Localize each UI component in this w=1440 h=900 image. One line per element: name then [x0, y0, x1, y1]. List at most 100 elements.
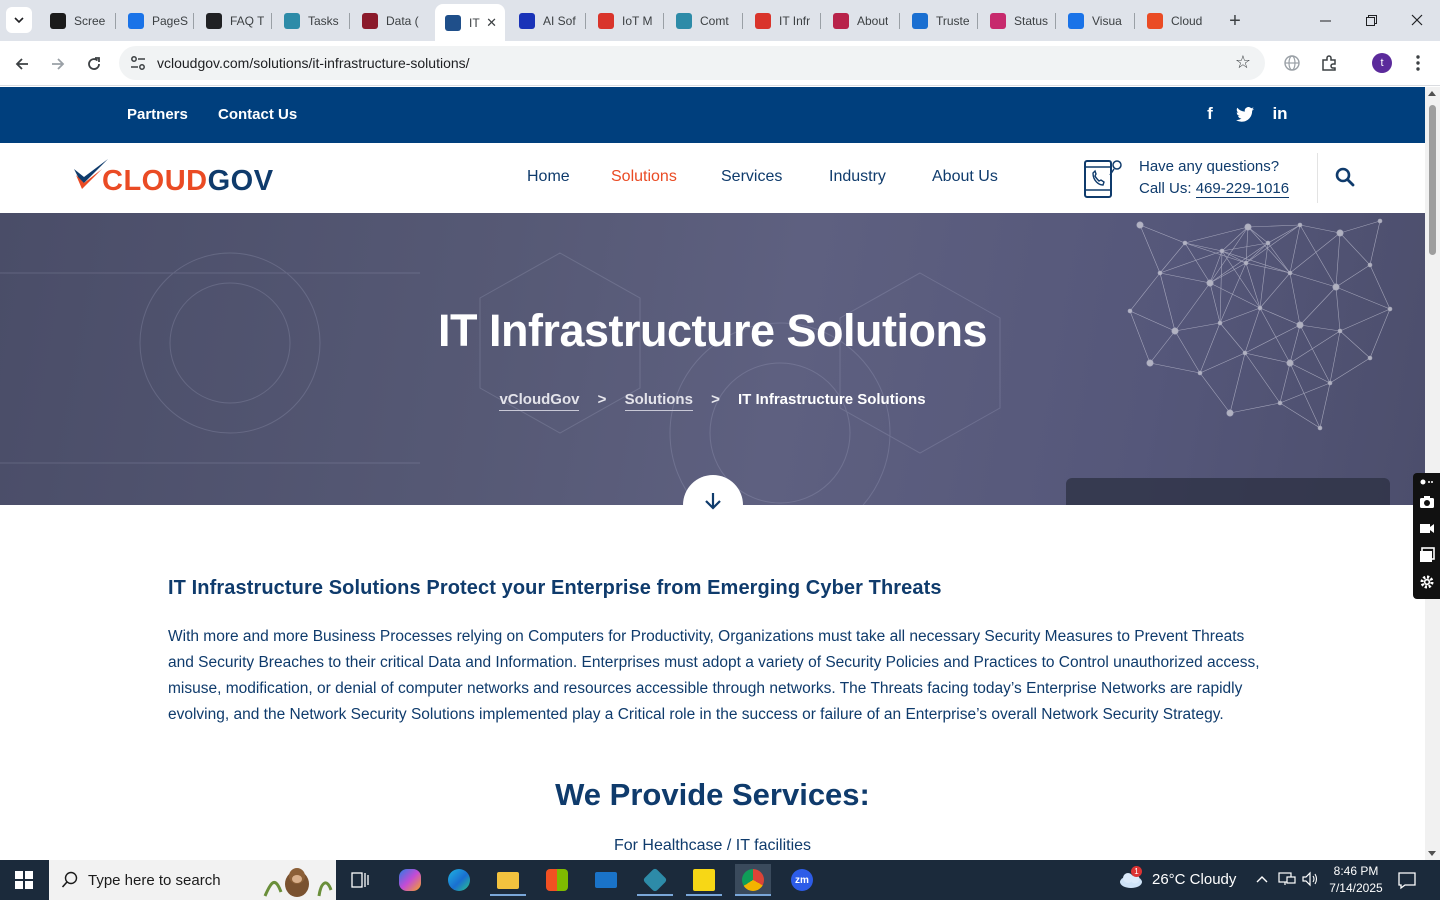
volume-tray-icon[interactable]: [1301, 871, 1319, 890]
profile-avatar[interactable]: t: [1372, 53, 1392, 73]
gear-icon[interactable]: [1419, 574, 1435, 590]
phone-number-link[interactable]: 469-229-1016: [1195, 180, 1290, 198]
copilot-app[interactable]: [392, 864, 428, 896]
dev-tool-app[interactable]: [637, 864, 673, 896]
network-node: [1286, 359, 1294, 367]
reload-icon: [88, 57, 100, 70]
twitter-icon[interactable]: [1235, 104, 1255, 124]
partners-link[interactable]: Partners: [127, 106, 188, 123]
start-button[interactable]: [0, 860, 48, 900]
url-text[interactable]: vcloudgov.com/solutions/it-infrastructur…: [157, 55, 470, 71]
notifications-button[interactable]: [1397, 870, 1417, 893]
tab-title: IT: [469, 15, 480, 30]
breadcrumb-home-link[interactable]: vCloudGov: [499, 391, 580, 411]
browser-tab[interactable]: AI Sof: [509, 6, 582, 35]
browser-tab[interactable]: About: [823, 6, 896, 35]
tab-separator: [663, 13, 664, 29]
file-explorer-app[interactable]: [490, 864, 526, 896]
network-edge: [1184, 242, 1223, 252]
task-view-icon: [351, 872, 369, 888]
network-edge: [1289, 362, 1331, 384]
camera-icon[interactable]: [1419, 494, 1435, 510]
tab-title: FAQ T: [230, 13, 265, 28]
pin-icon[interactable]: [1419, 477, 1435, 487]
extensions-button[interactable]: [1318, 52, 1340, 74]
scroll-thumb[interactable]: [1429, 105, 1436, 255]
nav-industry[interactable]: Industry: [829, 168, 886, 186]
back-button[interactable]: [8, 50, 36, 78]
reload-button[interactable]: [80, 50, 108, 78]
scroll-down-button[interactable]: [683, 475, 743, 535]
tab-favicon-icon: [755, 12, 771, 29]
show-hidden-icons-button[interactable]: [1256, 871, 1268, 886]
system-clock[interactable]: 8:46 PM 7/14/2025: [1328, 863, 1384, 897]
bookmark-star-icon[interactable]: ☆: [1235, 52, 1251, 73]
kebab-menu-icon: [1416, 55, 1420, 71]
site-settings-icon[interactable]: [129, 54, 147, 72]
browser-tab[interactable]: IoT M: [588, 6, 660, 35]
edge-app[interactable]: [441, 864, 477, 896]
tab-favicon-icon: [284, 12, 300, 29]
browser-tab[interactable]: Scree: [40, 6, 112, 35]
tab-title: AI Sof: [543, 13, 576, 28]
browser-tab[interactable]: FAQ T: [196, 6, 268, 35]
network-edge: [1339, 220, 1381, 234]
browser-tab[interactable]: PageS: [118, 6, 190, 35]
browser-tab[interactable]: Comt: [666, 6, 739, 35]
breadcrumb-current: IT Infrastructure Solutions: [738, 391, 926, 408]
network-node: [1226, 409, 1234, 417]
sticky-notes-app[interactable]: [686, 864, 722, 896]
nav-about-us[interactable]: About Us: [932, 168, 998, 186]
close-tab-icon[interactable]: ✕: [486, 15, 497, 31]
network-node: [1136, 221, 1144, 229]
new-tab-button[interactable]: +: [1222, 8, 1248, 34]
network-tray-icon[interactable]: [1278, 871, 1296, 890]
window-capture-icon[interactable]: [1419, 547, 1435, 563]
questions-text: Have any questions?: [1139, 158, 1280, 175]
restore-button[interactable]: [1348, 0, 1394, 40]
running-indicator: [735, 894, 771, 896]
scroll-up-arrow[interactable]: [1428, 91, 1436, 96]
hero-banner: IT Infrastructure Solutions vCloudGov > …: [0, 213, 1425, 505]
browser-tab[interactable]: Truste: [902, 6, 974, 35]
network-edge: [1221, 242, 1269, 252]
close-window-button[interactable]: [1394, 0, 1440, 40]
nav-home[interactable]: Home: [527, 168, 570, 186]
weather-widget[interactable]: 1 26°C Cloudy: [1118, 866, 1236, 888]
tab-search-button[interactable]: [6, 7, 32, 33]
video-camera-icon[interactable]: [1419, 520, 1435, 536]
task-view-button[interactable]: [342, 864, 378, 896]
address-bar[interactable]: vcloudgov.com/solutions/it-infrastructur…: [119, 46, 1265, 80]
contact-us-link[interactable]: Contact Us: [218, 106, 297, 123]
translate-icon[interactable]: [1281, 52, 1303, 74]
weather-badge: 1: [1131, 866, 1142, 877]
zoom-app[interactable]: zm: [784, 864, 820, 896]
browser-tab[interactable]: Tasks: [274, 6, 346, 35]
browser-tab[interactable]: Status: [980, 6, 1052, 35]
browser-tab[interactable]: Visua: [1058, 6, 1131, 35]
tab-separator: [585, 13, 586, 29]
running-indicator: [490, 894, 526, 896]
browser-tab[interactable]: IT ✕: [435, 4, 505, 41]
scroll-down-arrow[interactable]: [1428, 851, 1436, 856]
breadcrumb-separator: >: [597, 391, 607, 408]
forward-button[interactable]: [44, 50, 72, 78]
browser-tab[interactable]: IT Infr: [745, 6, 817, 35]
linkedin-icon[interactable]: in: [1270, 104, 1290, 124]
nav-solutions[interactable]: Solutions: [611, 168, 677, 186]
taskbar-search-box[interactable]: Type here to search: [49, 860, 336, 900]
browser-tab[interactable]: Data (: [352, 6, 430, 35]
browser-menu-button[interactable]: [1407, 52, 1429, 74]
diamond-app-icon: [642, 867, 668, 893]
store-app[interactable]: [539, 864, 575, 896]
breadcrumb-solutions-link[interactable]: Solutions: [624, 391, 693, 411]
network-edge: [1289, 232, 1341, 274]
mail-app[interactable]: [588, 864, 624, 896]
browser-tab[interactable]: Cloud: [1137, 6, 1215, 35]
chrome-app[interactable]: [735, 864, 771, 896]
nav-services[interactable]: Services: [721, 168, 782, 186]
cloudgov-logo[interactable]: CLOUDGOV: [72, 155, 273, 199]
minimize-button[interactable]: [1302, 0, 1348, 40]
search-icon[interactable]: [1335, 167, 1355, 187]
facebook-icon[interactable]: f: [1200, 104, 1220, 124]
